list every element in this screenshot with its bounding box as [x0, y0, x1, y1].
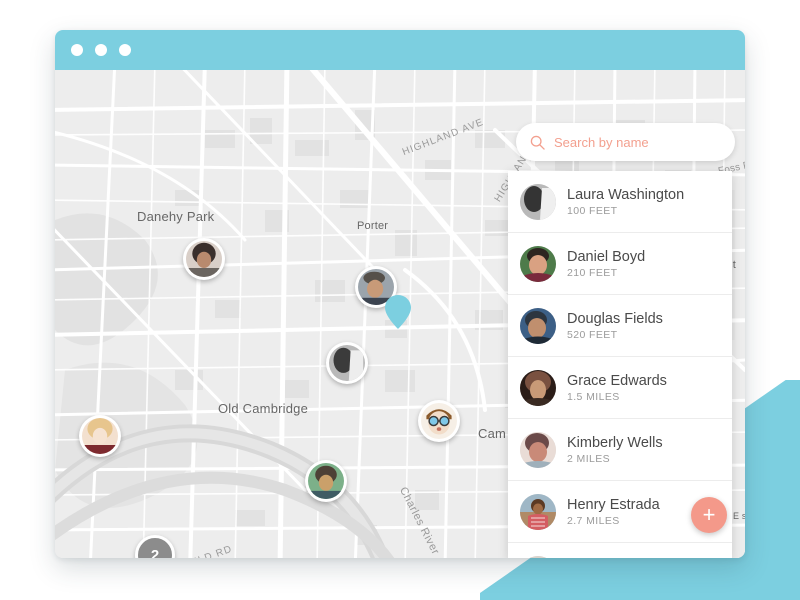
avatar [520, 183, 556, 220]
map-label: Old Cambridge [218, 401, 309, 416]
window-dot-3[interactable] [119, 44, 131, 56]
map-marker-blonde-woman[interactable] [79, 415, 121, 457]
map-view[interactable]: HIGHLAND AVE HIGHLAND Foss P Danehy Park… [55, 70, 745, 558]
person-distance: 1.5 MILES [567, 390, 620, 403]
person-name: Daniel Boyd [567, 248, 646, 265]
window-titlebar [55, 30, 745, 70]
list-item[interactable]: Grace Edwards 1.5 MILES [508, 357, 732, 419]
list-item[interactable]: Douglas Fields 520 FEET [508, 295, 732, 357]
list-item-text: Grace Edwards 1.5 MILES [567, 373, 667, 403]
marker-avatar-image [186, 241, 222, 277]
person-distance: 210 FEET [567, 266, 618, 279]
marker-avatar-image [82, 418, 118, 454]
map-marker-woman-dark[interactable] [183, 238, 225, 280]
window-dot-2[interactable] [95, 44, 107, 56]
add-person-button[interactable]: + [691, 497, 727, 533]
avatar [520, 431, 556, 468]
list-item[interactable]: Laura Washington 100 FEET [508, 171, 732, 233]
list-item-text: Laura Washington 100 FEET [567, 187, 684, 217]
map-label: Porter [357, 220, 389, 232]
list-item[interactable]: Daniel Boyd 210 FEET [508, 233, 732, 295]
list-item[interactable]: Douglas Fields 3 MILES [508, 543, 732, 558]
avatar [520, 555, 556, 558]
map-marker-cartoon-glasses[interactable] [418, 400, 460, 442]
list-item-text: Daniel Boyd 210 FEET [567, 249, 645, 279]
person-distance: 2 MILES [567, 452, 611, 465]
avatar [520, 245, 556, 282]
marker-avatar-image [308, 463, 344, 499]
map-cluster-count: 2 [150, 546, 160, 559]
person-name: Douglas Fields [567, 310, 663, 327]
person-distance: 520 FEET [567, 328, 618, 341]
person-name: Kimberly Wells [567, 434, 663, 451]
list-item[interactable]: Kimberly Wells 2 MILES [508, 419, 732, 481]
marker-avatar-image [421, 403, 457, 439]
map-label: E s [733, 511, 745, 521]
window-dot-1[interactable] [71, 44, 83, 56]
person-name: Henry Estrada [567, 496, 660, 513]
avatar [520, 369, 556, 406]
person-name: Laura Washington [567, 186, 685, 203]
plus-icon: + [702, 502, 716, 527]
list-item-text: Henry Estrada 2.7 MILES [567, 497, 660, 527]
person-name: Grace Edwards [567, 372, 667, 389]
list-item-text: Kimberly Wells 2 MILES [567, 435, 663, 465]
screenshot-root: HIGHLAND AVE HIGHLAND Foss P Danehy Park… [0, 0, 800, 600]
people-panel[interactable]: Laura Washington 100 FEET Daniel Boyd 21… [508, 171, 732, 558]
browser-window: HIGHLAND AVE HIGHLAND Foss P Danehy Park… [55, 30, 745, 558]
search-icon [530, 135, 545, 150]
map-label: Danehy Park [137, 209, 215, 224]
avatar [520, 307, 556, 344]
search-input[interactable]: Search by name [554, 135, 649, 150]
pin-icon [385, 295, 411, 329]
marker-avatar-image [329, 345, 365, 381]
person-distance: 2.7 MILES [567, 514, 620, 527]
search-bar[interactable]: Search by name [516, 123, 735, 161]
avatar [520, 493, 556, 530]
map-marker-bw-portrait[interactable] [326, 342, 368, 384]
person-distance: 100 FEET [567, 204, 618, 217]
map-label: Cam [478, 426, 507, 441]
map-location-pin[interactable] [385, 295, 411, 329]
list-item-text: Douglas Fields 520 FEET [567, 311, 663, 341]
map-marker-woman-colorful[interactable] [305, 460, 347, 502]
